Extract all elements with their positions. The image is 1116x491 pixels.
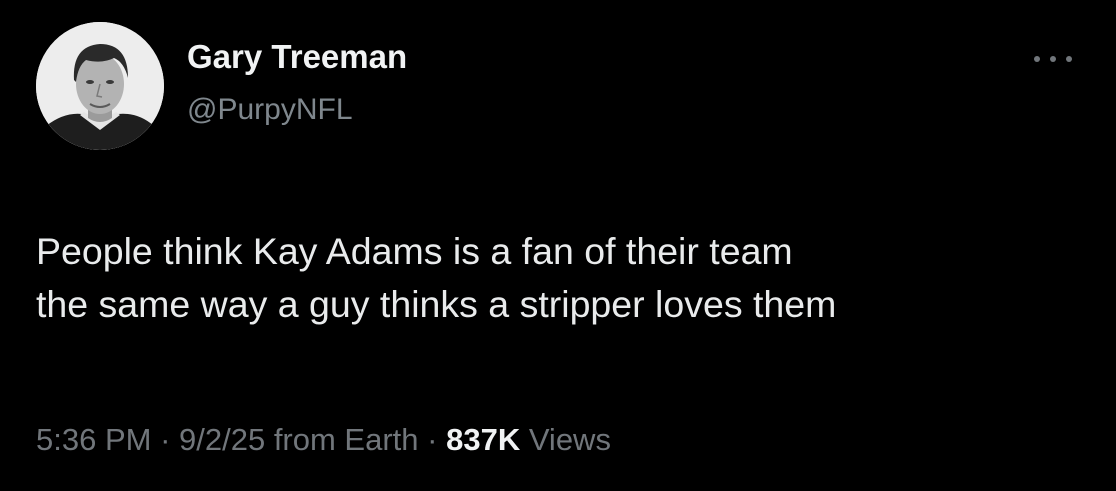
tweet-text-line: People think Kay Adams is a fan of their… (36, 230, 793, 272)
timestamp-date-source[interactable]: 9/2/25 from Earth (179, 422, 419, 457)
timestamp-time[interactable]: 5:36 PM (36, 422, 151, 457)
tweet-text-line: the same way a guy thinks a stripper lov… (36, 283, 837, 325)
meta-separator: · (151, 422, 180, 457)
ellipsis-icon (1050, 56, 1056, 62)
tweet-text: People think Kay Adams is a fan of their… (36, 225, 1096, 331)
views-count[interactable]: 837K (446, 422, 520, 457)
views-label: Views (520, 422, 611, 457)
avatar[interactable] (36, 22, 164, 150)
user-handle[interactable]: @PurpyNFL (187, 93, 353, 127)
display-name[interactable]: Gary Treeman (187, 38, 407, 76)
more-options-button[interactable] (1030, 46, 1076, 72)
ellipsis-icon (1034, 56, 1040, 62)
tweet-meta: 5:36 PM · 9/2/25 from Earth · 837K Views (36, 422, 611, 458)
profile-photo-icon (36, 22, 164, 150)
meta-separator: · (418, 422, 447, 457)
tweet-card: Gary Treeman @PurpyNFL People think Kay … (0, 0, 1116, 491)
ellipsis-icon (1066, 56, 1072, 62)
